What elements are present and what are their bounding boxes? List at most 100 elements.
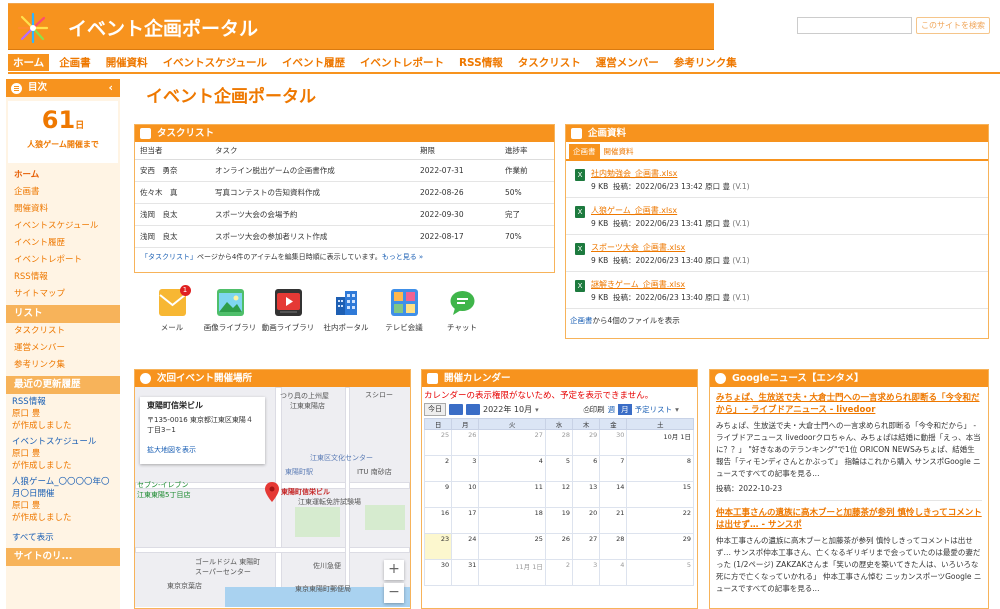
table-row[interactable]: 浅岡 良太 スポーツ大会の会場予約 2022-09-30 完了: [135, 203, 554, 226]
news-headline-link[interactable]: 仲本工事さんの遺族に高木ブーと加藤茶が参列 慎怜しきってコメントは出せず… - …: [716, 507, 982, 531]
view-agenda[interactable]: 予定リスト: [635, 404, 673, 415]
calendar-day-cell[interactable]: 8: [626, 455, 694, 482]
map-view[interactable]: つり具の上州屋 江東東陽店 スシロー 江東区文化センター 東陽町駅 ITU 南砂…: [135, 387, 410, 607]
calendar-day-cell[interactable]: 21: [599, 507, 628, 534]
view-week[interactable]: 週: [608, 404, 616, 415]
news-headline-link[interactable]: みちょぱ、生放送で夫・大倉士門への一言求められ即断る「今令和だから」 - ライブ…: [716, 392, 982, 416]
nav-event-report[interactable]: イベントレポート: [355, 54, 449, 71]
news-title[interactable]: Googleニュース【エンタメ】: [732, 373, 864, 384]
calendar-day-cell[interactable]: 3: [451, 455, 480, 482]
calendar-day-cell[interactable]: 25: [478, 533, 546, 560]
update-user-link[interactable]: 原口 豊: [12, 409, 40, 419]
calendar-day-cell[interactable]: 7: [599, 455, 628, 482]
app-image-library[interactable]: 画像ライブラリ: [201, 289, 259, 333]
map-pin-icon[interactable]: [265, 482, 279, 502]
calendar-day-cell[interactable]: 25: [423, 429, 453, 456]
calendar-day-cell[interactable]: 11: [478, 481, 546, 508]
calendar-day-cell[interactable]: 12: [544, 481, 574, 508]
zoom-in-button[interactable]: +: [384, 560, 404, 580]
sidebar-item-members[interactable]: 運営メンバー: [6, 340, 120, 357]
calendar-day-cell[interactable]: 15: [626, 481, 694, 508]
today-button[interactable]: 今日: [424, 403, 446, 416]
nav-event-schedule[interactable]: イベントスケジュール: [158, 54, 272, 71]
sidebar-item-task-list[interactable]: タスクリスト: [6, 323, 120, 340]
calendar-day-cell[interactable]: 4: [478, 455, 546, 482]
calendar-day-cell[interactable]: 26: [451, 429, 480, 456]
sidebar-item-event-schedule[interactable]: イベントスケジュール: [6, 218, 120, 235]
column-header[interactable]: タスク: [210, 142, 415, 160]
sidebar-item-links[interactable]: 参考リンク集: [6, 357, 120, 374]
file-name-link[interactable]: スポーツ大会_企画書.xlsx: [591, 235, 988, 253]
enlarge-map-link[interactable]: 拡大地図を表示: [147, 445, 258, 455]
more-link[interactable]: もっと見る »: [382, 253, 424, 261]
chevron-left-icon[interactable]: ‹: [108, 79, 113, 97]
calendar-day-cell[interactable]: 19: [544, 507, 574, 534]
calendar-day-cell[interactable]: 2: [544, 559, 574, 586]
nav-rss[interactable]: RSS情報: [454, 54, 508, 71]
nav-proposals[interactable]: 企画書: [54, 54, 96, 71]
calendar-day-cell[interactable]: 20: [572, 507, 601, 534]
calendar-day-cell[interactable]: 11月 1日: [478, 559, 546, 586]
nav-event-materials[interactable]: 開催資料: [101, 54, 153, 71]
nav-event-history[interactable]: イベント履歴: [277, 54, 350, 71]
calendar-day-cell[interactable]: 4: [599, 559, 628, 586]
app-portal[interactable]: 社内ポータル: [317, 289, 375, 333]
file-name-link[interactable]: 社内勉強会_企画書.xlsx: [591, 161, 988, 179]
calendar-title[interactable]: 開催カレンダー: [444, 373, 511, 384]
calendar-day-cell[interactable]: 14: [599, 481, 628, 508]
calendar-day-cell[interactable]: 10: [451, 481, 480, 508]
calendar-day-cell[interactable]: 27: [572, 533, 601, 560]
file-name-link[interactable]: 謎解きゲーム_企画書.xlsx: [591, 272, 988, 290]
nav-links[interactable]: 参考リンク集: [669, 54, 742, 71]
calendar-day-cell[interactable]: 30: [599, 429, 628, 456]
zoom-out-button[interactable]: −: [384, 583, 404, 603]
app-video-library[interactable]: 動画ライブラリ: [259, 289, 317, 333]
calendar-day-cell[interactable]: 24: [451, 533, 480, 560]
calendar-day-cell[interactable]: 31: [451, 559, 480, 586]
column-header[interactable]: 担当者: [135, 142, 210, 160]
calendar-day-cell[interactable]: 28: [544, 429, 574, 456]
docs-title[interactable]: 企画資料: [588, 128, 626, 139]
search-input[interactable]: [797, 17, 912, 34]
update-title-link[interactable]: イベントスケジュール: [12, 437, 96, 447]
calendar-day-cell[interactable]: 10月 1日: [626, 429, 694, 456]
view-dropdown-icon[interactable]: ▾: [675, 405, 679, 414]
nav-home[interactable]: ホーム: [8, 54, 50, 71]
column-header[interactable]: 期限: [415, 142, 500, 160]
sidebar-item-event-history[interactable]: イベント履歴: [6, 235, 120, 252]
sidebar-item-event-report[interactable]: イベントレポート: [6, 252, 120, 269]
search-button[interactable]: このサイトを検索: [916, 17, 990, 34]
sidebar-item-home[interactable]: ホーム: [6, 167, 120, 184]
update-title-link[interactable]: 人狼ゲーム_〇〇〇〇年〇月〇日開催: [12, 477, 110, 499]
calendar-day-cell[interactable]: 29: [626, 533, 694, 560]
sidebar-item-event-materials[interactable]: 開催資料: [6, 201, 120, 218]
table-row[interactable]: 安西 勇奈 オンライン脱出ゲームの企画書作成 2022-07-31 作業前: [135, 159, 554, 182]
docs-footer-link[interactable]: 企画書: [570, 316, 593, 325]
app-video-conference[interactable]: テレビ会議: [375, 289, 433, 333]
view-month[interactable]: 月: [618, 404, 632, 415]
calendar-day-cell[interactable]: 9: [423, 481, 453, 508]
calendar-day-cell[interactable]: 5: [626, 559, 694, 586]
calendar-day-cell[interactable]: 30: [423, 559, 453, 586]
calendar-day-cell[interactable]: 27: [478, 429, 546, 456]
calendar-day-cell[interactable]: 5: [544, 455, 574, 482]
app-mail[interactable]: 1 メール: [143, 285, 201, 333]
calendar-day-cell[interactable]: 18: [478, 507, 546, 534]
sidebar-item-sitemap[interactable]: サイトマップ: [6, 286, 120, 303]
update-user-link[interactable]: 原口 豊: [12, 449, 40, 459]
task-list-title[interactable]: タスクリスト: [157, 128, 214, 139]
calendar-day-cell[interactable]: 28: [599, 533, 628, 560]
prev-month-button[interactable]: [449, 404, 463, 415]
calendar-day-cell[interactable]: 2: [423, 455, 453, 482]
column-header[interactable]: 進捗率: [500, 142, 554, 160]
update-user-link[interactable]: 原口 豊: [12, 501, 40, 511]
tab-event-materials[interactable]: 開催資料: [600, 144, 638, 159]
calendar-day-cell[interactable]: 22: [626, 507, 694, 534]
update-title-link[interactable]: RSS情報: [12, 397, 46, 407]
site-title[interactable]: イベント企画ポータル: [68, 14, 258, 41]
calendar-day-cell[interactable]: 6: [572, 455, 601, 482]
calendar-day-cell[interactable]: 26: [544, 533, 574, 560]
calendar-day-cell[interactable]: 16: [423, 507, 453, 534]
calendar-day-cell[interactable]: 17: [451, 507, 480, 534]
sidebar-item-rss[interactable]: RSS情報: [6, 269, 120, 286]
